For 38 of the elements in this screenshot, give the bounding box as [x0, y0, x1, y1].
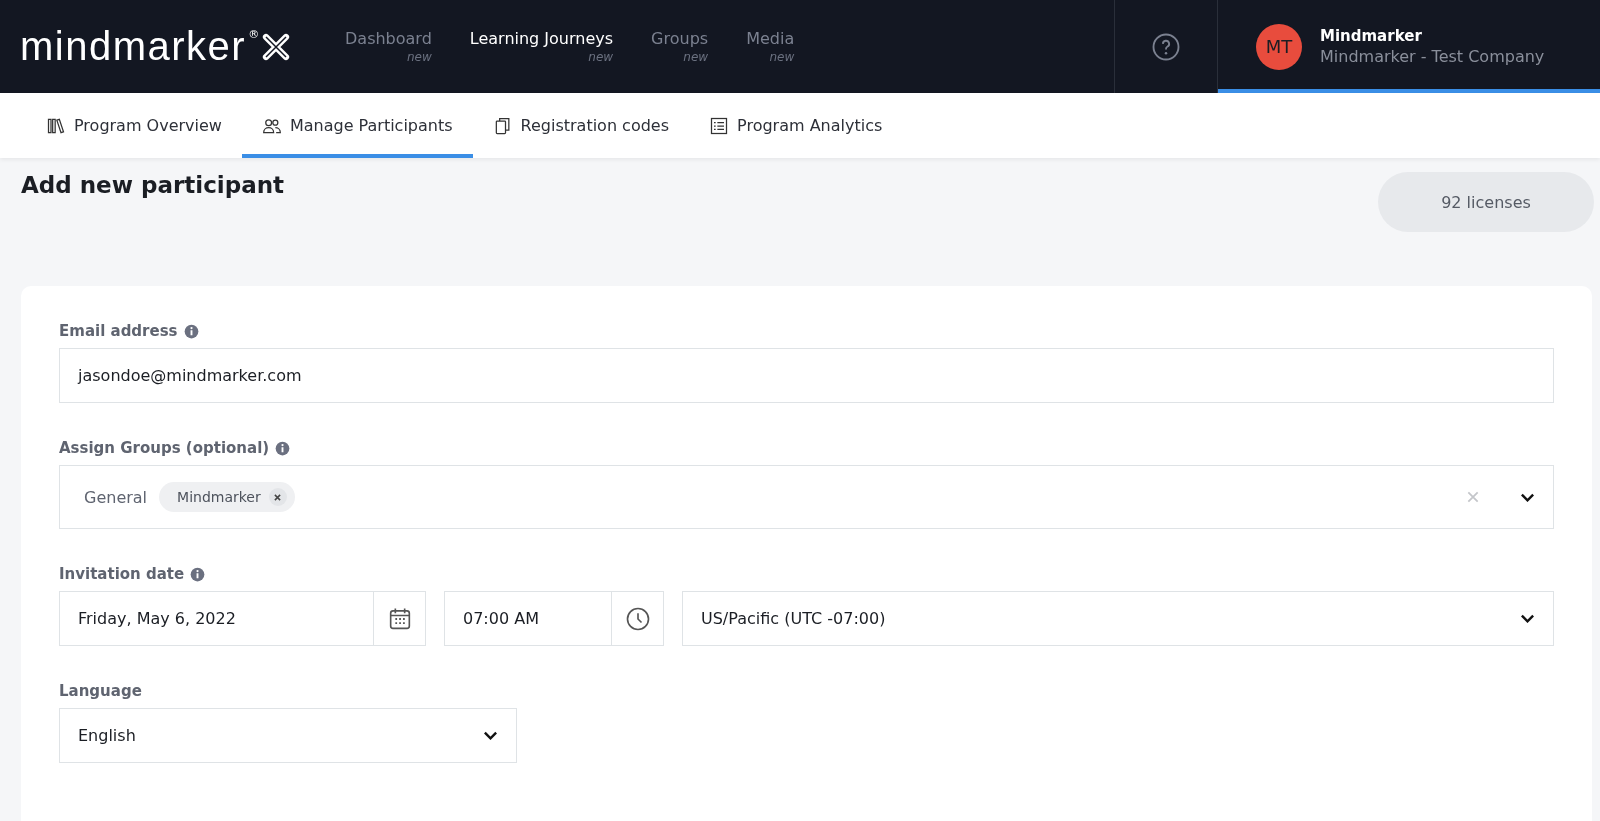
avatar: MT [1256, 23, 1302, 70]
registered-mark: ® [248, 28, 260, 41]
info-icon [275, 440, 291, 456]
field-label: Email address [59, 322, 178, 340]
nav-item[interactable]: Groups new [651, 29, 709, 64]
logo-text: mindmarker [20, 24, 247, 69]
chevron-down-icon [483, 731, 498, 740]
timezone-select[interactable]: US/Pacific (UTC -07:00) [682, 591, 1554, 646]
licenses-badge: 92 licenses [1378, 172, 1594, 232]
group-category: General [84, 487, 148, 507]
email-field[interactable]: jasondoe@mindmarker.com [59, 348, 1554, 403]
tag-label: Mindmarker [177, 489, 261, 505]
account-name: Mindmarker [1320, 27, 1423, 45]
page-title: Add new participant [21, 171, 285, 200]
date-field[interactable]: Friday, May 6, 2022 [59, 591, 426, 646]
nav-item[interactable]: Media new [746, 29, 795, 64]
company-name: Mindmarker - Test Company [1320, 47, 1545, 66]
nav-item[interactable]: Learning Journeys new [469, 29, 614, 64]
tab[interactable]: Registration codes [472, 93, 690, 158]
time-field[interactable]: 07:00 AM [444, 591, 664, 646]
field-label: Assign Groups (optional) [59, 439, 270, 457]
tab[interactable]: Manage Participants [241, 93, 473, 158]
language-select[interactable]: English [59, 708, 517, 763]
remove-tag-button[interactable] [268, 488, 287, 506]
list-icon [709, 115, 730, 136]
info-icon [183, 323, 199, 339]
groups-select[interactable]: General Mindmarker [59, 465, 1554, 529]
chevron-down-icon [1520, 614, 1535, 623]
x-logo-icon [261, 31, 292, 62]
close-icon [273, 492, 283, 502]
help-icon[interactable] [1151, 31, 1181, 62]
tab[interactable]: Program Analytics [689, 93, 903, 158]
tab[interactable]: Program Overview [26, 93, 242, 158]
field-label: Language [59, 682, 142, 700]
chevron-down-icon[interactable] [1520, 492, 1535, 502]
field-label: Invitation date [59, 565, 185, 583]
info-icon [190, 566, 206, 582]
nav-item[interactable]: Dashboard new [345, 29, 432, 64]
